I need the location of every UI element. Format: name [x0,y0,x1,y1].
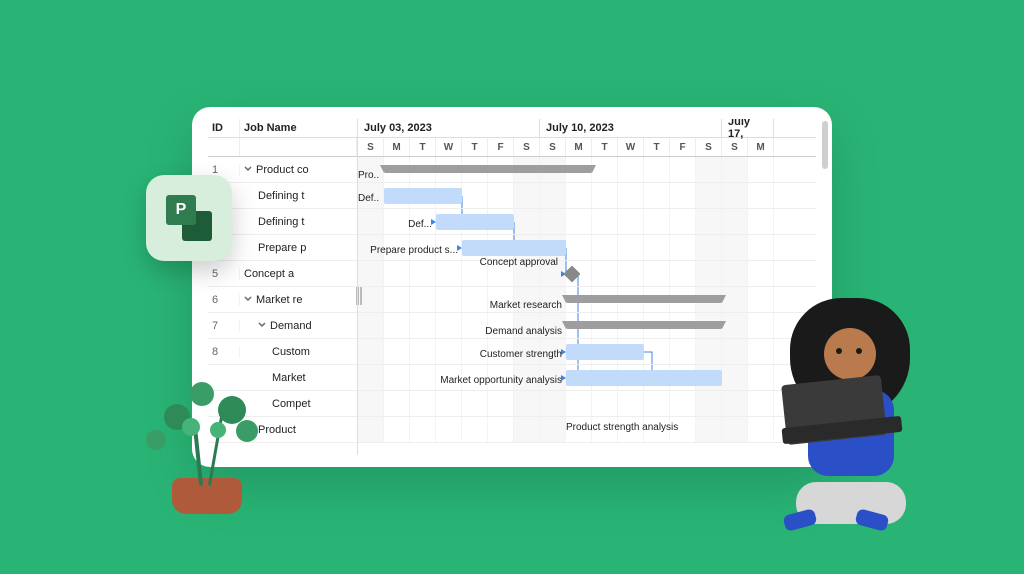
column-splitter[interactable] [356,287,362,305]
col-header-id[interactable]: ID [208,119,240,137]
bar-label: Market opportunity analysis [440,375,562,386]
day-header: F [488,138,514,156]
bar-label: Def... [408,219,432,230]
bar-label: Def... [358,193,380,204]
row-name: Demand [240,320,357,332]
gantt-panel: ID Job Name 1Product co Defining t Definin… [192,107,832,467]
chevron-down-icon[interactable] [244,294,252,306]
day-header: S [540,138,566,156]
row-id: 7 [208,320,240,332]
chevron-down-icon[interactable] [244,164,252,176]
bar-label: Product strength analysis [566,422,678,433]
day-header: S [514,138,540,156]
table-row[interactable]: 5Concept a [208,261,357,287]
bar-label: Customer strength [480,349,562,360]
row-name: Prepare p [240,242,357,254]
row-name: Defining t [240,216,357,228]
col-header-jobname[interactable]: Job Name [240,119,357,137]
week-header: July 10, 2023 [540,119,722,137]
row-name: Concept a [240,268,357,280]
day-header: M [748,138,774,156]
day-header: M [384,138,410,156]
gantt-summary-bar[interactable]: Market research [566,295,722,303]
timeline-row: Def... [358,183,816,209]
table-row[interactable]: 1Product co [208,157,357,183]
chevron-down-icon[interactable] [258,320,266,332]
gantt-task-bar[interactable]: Prepare product s... [462,240,566,256]
row-id: 6 [208,294,240,306]
gantt-task-bar[interactable]: Customer strength [566,344,644,360]
person-decoration [746,294,936,524]
day-header: W [436,138,462,156]
gantt-summary-bar[interactable]: Demand analysis [566,321,722,329]
table-row[interactable]: 7Demand [208,313,357,339]
timeline-row: Prepare product s... [358,235,816,261]
day-header: T [410,138,436,156]
day-header: S [358,138,384,156]
scrollbar[interactable] [822,121,828,169]
day-header: T [462,138,488,156]
day-header: T [644,138,670,156]
bar-label: Concept approval [479,257,557,268]
plant-decoration [136,374,284,514]
bar-label: Pro... [358,170,380,181]
gantt-task-bar[interactable]: Def... [436,214,514,230]
gantt-summary-bar[interactable]: Pro... [384,165,592,173]
row-name: Market re [240,294,357,306]
ms-project-icon: P [146,175,232,261]
bar-label: Market research [490,300,562,311]
day-header: T [592,138,618,156]
row-name: Product co [240,164,357,176]
day-header: F [670,138,696,156]
gantt-milestone[interactable]: Concept approval [564,266,581,283]
row-id: 8 [208,346,240,358]
timeline-row: Concept approval [358,261,816,287]
week-header: July 03, 2023 [358,119,540,137]
table-row[interactable]: 6Market re [208,287,357,313]
gantt-task-bar[interactable]: Market opportunity analysis [566,370,722,386]
day-header: S [722,138,748,156]
row-id: 5 [208,268,240,280]
bar-label: Prepare product s... [370,245,458,256]
week-header: July 17, [722,119,774,137]
timeline-row: Def... [358,209,816,235]
row-id: 1 [208,164,240,176]
table-row[interactable]: 8Custom [208,339,357,365]
gantt-task-bar[interactable]: Def... [384,188,462,204]
day-header: W [618,138,644,156]
day-header: M [566,138,592,156]
timeline-row: Pro... [358,157,816,183]
day-header: S [696,138,722,156]
row-name: Custom [240,346,357,358]
bar-label: Demand analysis [485,326,562,337]
row-name: Defining t [240,190,357,202]
